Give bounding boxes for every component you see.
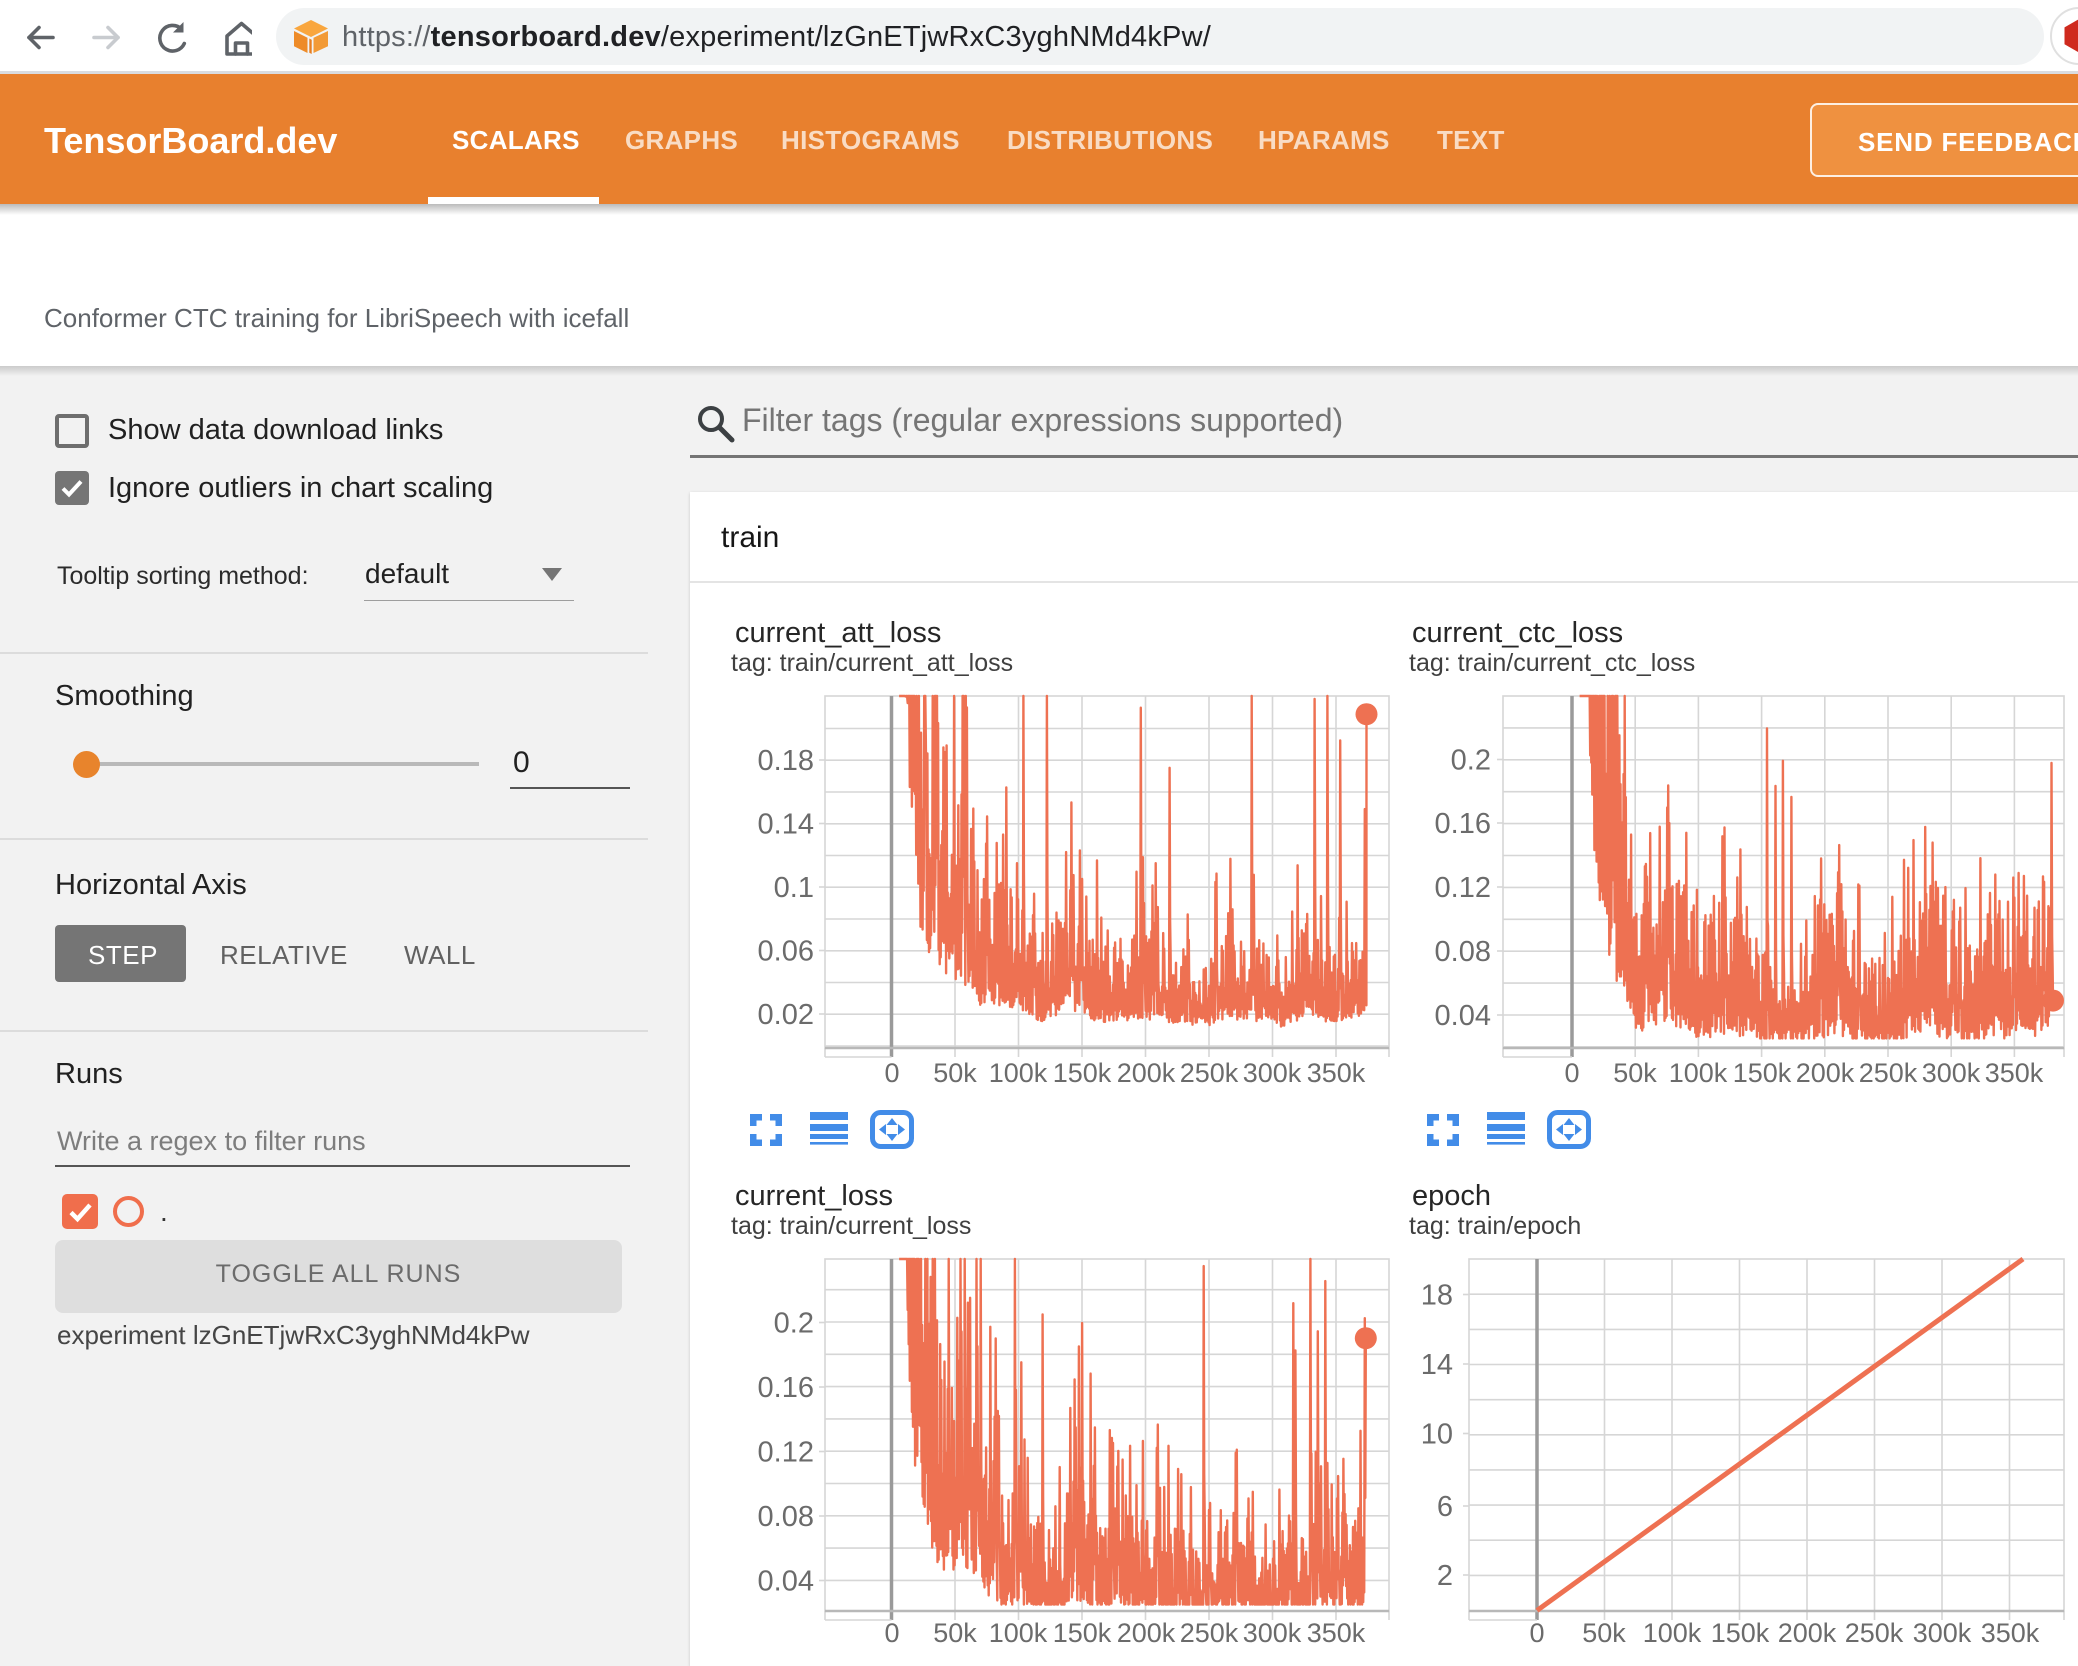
svg-text:0.12: 0.12 bbox=[1435, 872, 1491, 904]
svg-text:50k: 50k bbox=[933, 1058, 977, 1088]
svg-text:6: 6 bbox=[1437, 1491, 1453, 1523]
svg-text:300k: 300k bbox=[1913, 1618, 1972, 1648]
svg-text:0.1: 0.1 bbox=[774, 872, 814, 904]
svg-text:300k: 300k bbox=[1922, 1058, 1981, 1088]
svg-text:200k: 200k bbox=[1778, 1618, 1837, 1648]
svg-text:0.2: 0.2 bbox=[774, 1308, 814, 1340]
svg-text:350k: 350k bbox=[1981, 1618, 2040, 1648]
svg-text:350k: 350k bbox=[1985, 1058, 2044, 1088]
svg-text:0: 0 bbox=[1564, 1058, 1579, 1088]
svg-text:0.04: 0.04 bbox=[1435, 1000, 1491, 1032]
svg-text:0: 0 bbox=[884, 1058, 899, 1088]
svg-text:0: 0 bbox=[884, 1618, 899, 1648]
svg-text:50k: 50k bbox=[1613, 1058, 1657, 1088]
svg-text:0.16: 0.16 bbox=[1435, 808, 1491, 840]
svg-text:0.08: 0.08 bbox=[758, 1501, 814, 1533]
svg-text:10: 10 bbox=[1421, 1419, 1453, 1451]
svg-text:150k: 150k bbox=[1053, 1058, 1112, 1088]
svg-text:0.16: 0.16 bbox=[758, 1372, 814, 1404]
svg-text:100k: 100k bbox=[989, 1058, 1048, 1088]
svg-text:2: 2 bbox=[1437, 1560, 1453, 1592]
svg-text:14: 14 bbox=[1421, 1349, 1453, 1381]
svg-text:50k: 50k bbox=[1582, 1618, 1626, 1648]
svg-text:200k: 200k bbox=[1117, 1618, 1176, 1648]
svg-text:300k: 300k bbox=[1243, 1058, 1302, 1088]
svg-text:0.12: 0.12 bbox=[758, 1437, 814, 1469]
svg-text:250k: 250k bbox=[1180, 1058, 1239, 1088]
svg-text:0: 0 bbox=[1529, 1618, 1544, 1648]
svg-text:150k: 150k bbox=[1053, 1618, 1112, 1648]
svg-text:200k: 200k bbox=[1796, 1058, 1855, 1088]
svg-text:0.14: 0.14 bbox=[758, 809, 814, 841]
svg-text:100k: 100k bbox=[989, 1618, 1048, 1648]
svg-text:150k: 150k bbox=[1733, 1058, 1792, 1088]
svg-text:0.18: 0.18 bbox=[758, 745, 814, 777]
svg-text:50k: 50k bbox=[933, 1618, 977, 1648]
svg-text:0.2: 0.2 bbox=[1451, 745, 1491, 777]
svg-text:350k: 350k bbox=[1307, 1618, 1366, 1648]
svg-text:100k: 100k bbox=[1643, 1618, 1702, 1648]
svg-text:18: 18 bbox=[1421, 1280, 1453, 1312]
svg-text:0.04: 0.04 bbox=[758, 1566, 814, 1598]
svg-text:0.06: 0.06 bbox=[758, 936, 814, 968]
svg-text:250k: 250k bbox=[1845, 1618, 1904, 1648]
svg-text:150k: 150k bbox=[1711, 1618, 1770, 1648]
svg-text:300k: 300k bbox=[1243, 1618, 1302, 1648]
svg-text:0.02: 0.02 bbox=[758, 999, 814, 1031]
svg-text:350k: 350k bbox=[1307, 1058, 1366, 1088]
svg-text:0.08: 0.08 bbox=[1435, 936, 1491, 968]
svg-text:250k: 250k bbox=[1180, 1618, 1239, 1648]
svg-text:100k: 100k bbox=[1669, 1058, 1728, 1088]
svg-text:250k: 250k bbox=[1859, 1058, 1918, 1088]
svg-text:200k: 200k bbox=[1117, 1058, 1176, 1088]
